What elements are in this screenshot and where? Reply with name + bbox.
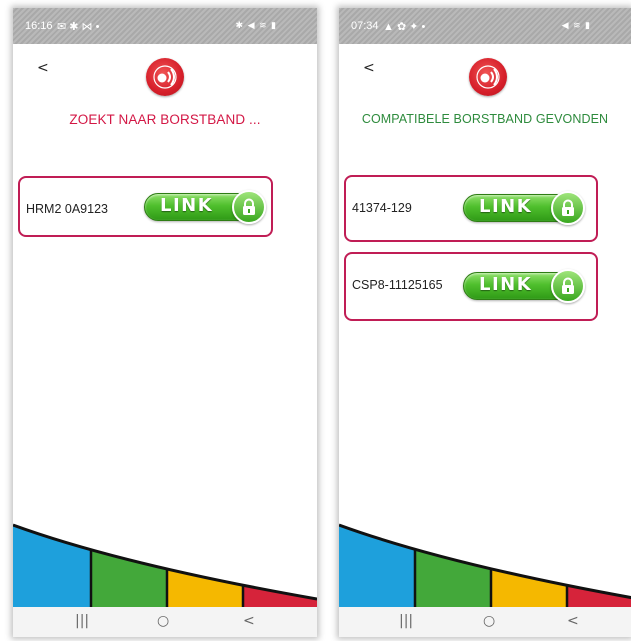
status-system-icons: ✱ ◀ ≋ ▮ xyxy=(235,20,277,30)
link-button-label: LINK xyxy=(160,195,214,216)
system-nav-bar: ||| ○ < xyxy=(13,607,317,637)
link-button-label: LINK xyxy=(479,196,533,217)
back-arrow-icon[interactable]: < xyxy=(37,60,49,76)
phone-screen-found: 07:34 ▲ ✿ ✦ • ◀ ≋ ▮ < COMPATIBELE BORSTB… xyxy=(339,8,631,637)
status-notification-icons: ▲ ✿ ✦ • xyxy=(383,21,426,33)
link-button-label: LINK xyxy=(479,274,533,295)
device-name: CSP8-11125165 xyxy=(352,278,443,292)
link-button[interactable]: LINK xyxy=(463,269,585,303)
page-title: COMPATIBELE BORSTBAND GEVONDEN xyxy=(361,112,609,126)
recents-icon[interactable]: ||| xyxy=(399,613,413,629)
nav-back-icon[interactable]: < xyxy=(243,613,255,629)
status-time: 07:34 xyxy=(351,20,379,32)
recents-icon[interactable]: ||| xyxy=(75,613,89,629)
device-name: HRM2 0A9123 xyxy=(26,202,108,216)
nav-back-icon[interactable]: < xyxy=(567,613,579,629)
back-arrow-icon[interactable]: < xyxy=(363,60,375,76)
home-icon[interactable]: ○ xyxy=(157,613,169,629)
status-system-icons: ◀ ≋ ▮ xyxy=(561,20,591,30)
page-title: ZOEKT NAAR BORSTBAND ... xyxy=(69,112,261,127)
heart-signal-logo-icon xyxy=(146,58,184,96)
device-row[interactable]: 41374-129 LINK xyxy=(344,175,598,242)
home-icon[interactable]: ○ xyxy=(483,613,495,629)
status-bar: 07:34 ▲ ✿ ✦ • ◀ ≋ ▮ xyxy=(339,8,631,44)
lock-icon xyxy=(551,269,585,303)
status-notification-icons: ✉ ✱ ⋈ • xyxy=(57,21,100,33)
device-name: 41374-129 xyxy=(352,201,412,215)
lock-icon xyxy=(232,190,266,224)
color-wave-decoration xyxy=(13,523,317,613)
link-button[interactable]: LINK xyxy=(463,191,585,225)
system-nav-bar: ||| ○ < xyxy=(339,607,631,637)
lock-icon xyxy=(551,191,585,225)
color-wave-decoration xyxy=(339,523,631,613)
heart-signal-logo-icon xyxy=(469,58,507,96)
device-row[interactable]: CSP8-11125165 LINK xyxy=(344,252,598,321)
device-row[interactable]: HRM2 0A9123 LINK xyxy=(18,176,273,237)
status-time: 16:16 xyxy=(25,20,53,32)
phone-screen-searching: 16:16 ✉ ✱ ⋈ • ✱ ◀ ≋ ▮ < ZOEKT NAAR BORST… xyxy=(13,8,317,637)
link-button[interactable]: LINK xyxy=(144,190,266,224)
status-bar: 16:16 ✉ ✱ ⋈ • ✱ ◀ ≋ ▮ xyxy=(13,8,317,44)
